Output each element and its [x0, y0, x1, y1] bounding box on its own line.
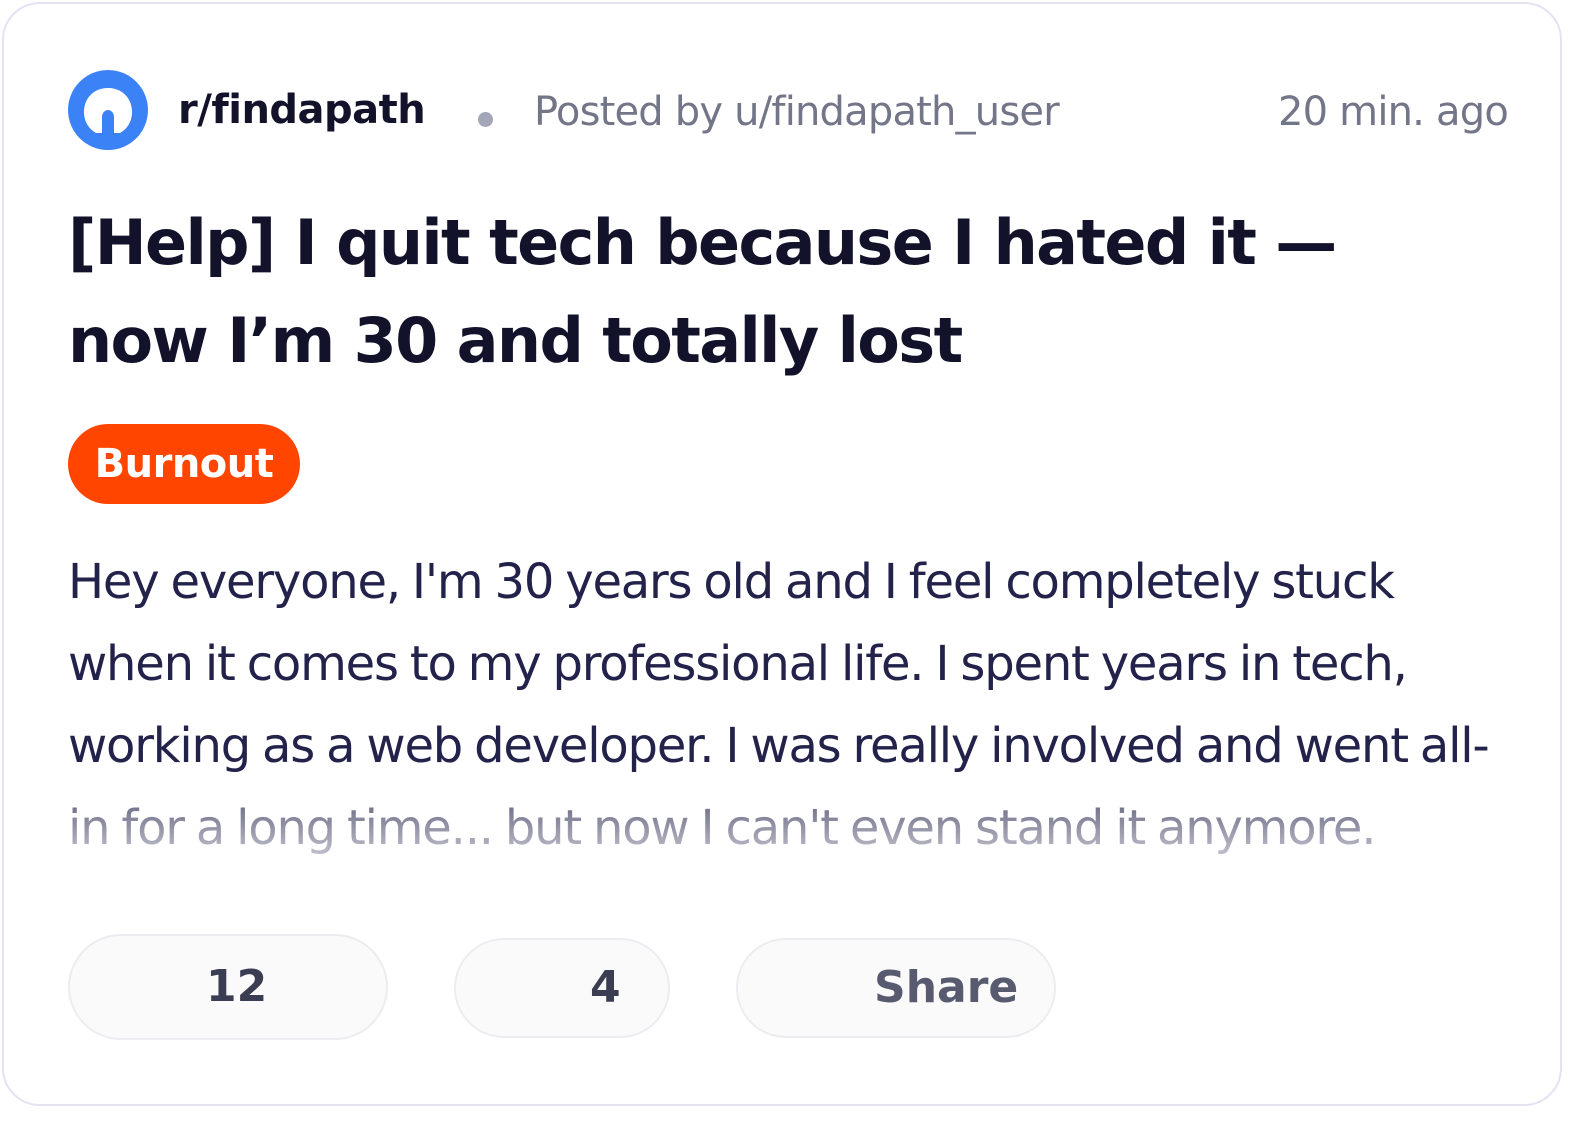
posted-by[interactable]: Posted by u/findapath_user [534, 88, 1060, 136]
timestamp: 20 min. ago [1277, 89, 1509, 135]
separator-dot [478, 112, 493, 127]
post-meta: r/findapath Posted by u/findapath_user 2… [68, 70, 1509, 150]
subreddit-avatar-icon[interactable] [68, 70, 148, 150]
share-button[interactable]: Share [736, 938, 1056, 1038]
comment-count: 4 [590, 962, 621, 1013]
post-body: Hey everyone, I'm 30 years old and I fee… [68, 554, 1490, 856]
post-actions: 12 4 Share [68, 934, 1068, 1040]
post-title[interactable]: [Help] I quit tech because I hated it — … [68, 194, 1388, 390]
vote-count: 12 [206, 961, 268, 1012]
post-card[interactable]: r/findapath Posted by u/findapath_user 2… [2, 2, 1562, 1106]
flair-tag[interactable]: Burnout [68, 424, 300, 504]
share-label: Share [874, 962, 1019, 1013]
vote-button[interactable]: 12 [68, 934, 388, 1040]
comments-button[interactable]: 4 [454, 938, 670, 1038]
subreddit-name[interactable]: r/findapath [178, 86, 426, 134]
